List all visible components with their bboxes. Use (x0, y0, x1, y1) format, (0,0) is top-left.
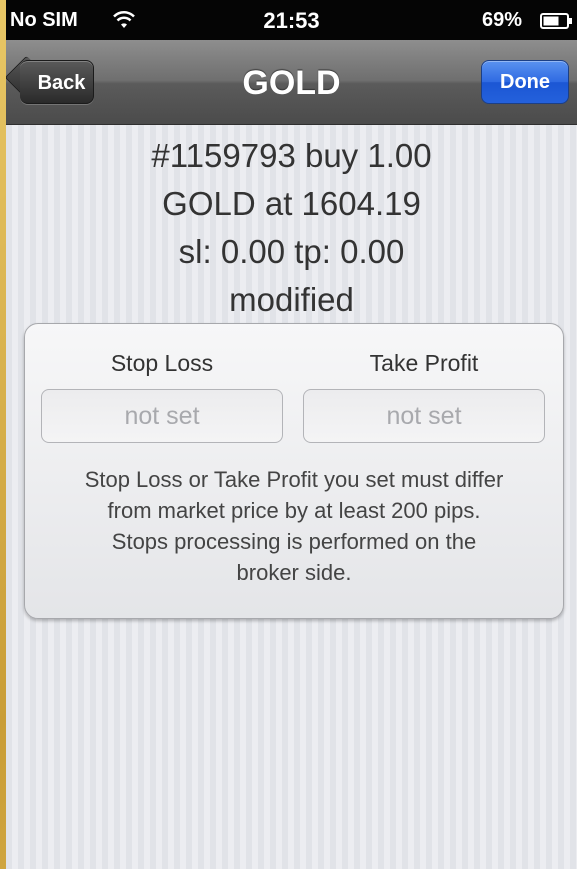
order-summary: #1159793 buy 1.00 GOLD at 1604.19 sl: 0.… (6, 132, 577, 324)
order-line-stops: sl: 0.00 tp: 0.00 (178, 233, 405, 270)
hint-line: Stops processing is performed on the (111, 529, 477, 554)
stops-panel: Stop Loss Take Profit not set not set St… (24, 323, 564, 619)
take-profit-label: Take Profit (369, 350, 479, 376)
app-screen: No SIM 21:53 69% Back GOLD Done #1159793… (6, 0, 577, 869)
battery-icon (540, 13, 572, 29)
battery-percent: 69% (482, 9, 523, 31)
hint-line: Stop Loss or Take Profit you set must di… (84, 467, 504, 492)
stop-loss-label: Stop Loss (110, 350, 214, 376)
order-line-ticket: #1159793 buy 1.00 (151, 137, 432, 174)
order-line-status: modified (229, 281, 354, 318)
done-button[interactable]: Done (481, 60, 569, 104)
hint-line: broker side. (236, 560, 352, 585)
stop-loss-input[interactable]: not set (41, 389, 283, 443)
hint-line: from market price by at least 200 pips. (107, 498, 481, 523)
navigation-bar: Back GOLD Done (6, 40, 577, 125)
order-line-price: GOLD at 1604.19 (162, 185, 421, 222)
stops-hint: Stop Loss or Take Profit you set must di… (35, 464, 553, 588)
status-bar: No SIM 21:53 69% (6, 0, 577, 40)
take-profit-input[interactable]: not set (303, 389, 545, 443)
